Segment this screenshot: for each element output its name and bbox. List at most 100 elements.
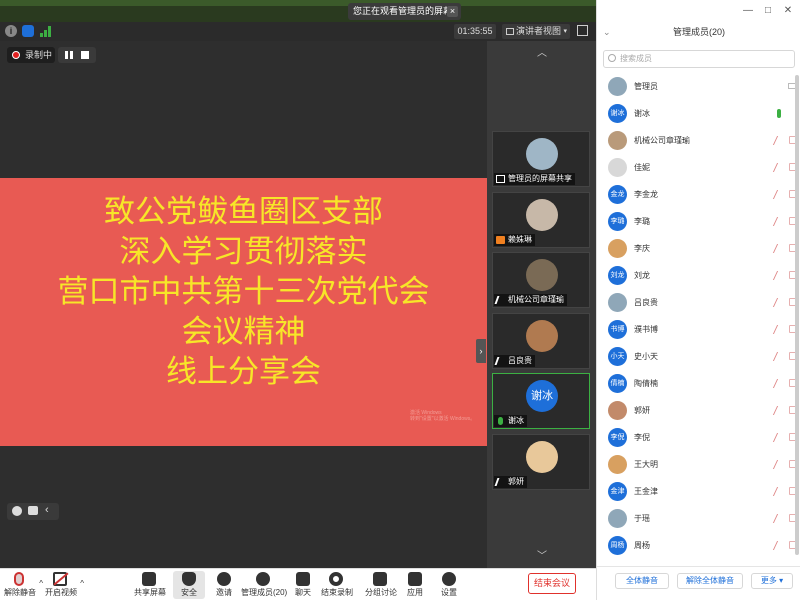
close-icon[interactable]: ✕ — [780, 2, 796, 20]
mic-off-icon[interactable] — [772, 298, 785, 307]
share-screen-button[interactable]: 共享屏幕 — [134, 571, 166, 599]
gallery-tile[interactable]: 吕良贵 — [492, 313, 590, 369]
member-row[interactable]: 李璐 李璐 — [597, 208, 800, 235]
maximize-icon[interactable]: □ — [760, 2, 776, 20]
fullscreen-icon[interactable] — [577, 25, 588, 36]
collapse-gallery-handle[interactable]: › — [476, 339, 486, 363]
gallery-tile[interactable]: 赖姝琳 — [492, 192, 590, 248]
avatar — [526, 441, 558, 473]
mic-muted-icon — [14, 572, 24, 586]
close-icon[interactable]: × — [447, 6, 458, 17]
chevron-up-icon[interactable]: ^ — [80, 579, 84, 588]
shield-icon[interactable] — [22, 25, 34, 37]
members-button[interactable]: 管理成员(20) — [241, 571, 287, 599]
mic-off-icon[interactable] — [772, 190, 785, 199]
avatar: 谢冰 — [526, 380, 558, 412]
member-row[interactable]: 管理员 — [597, 73, 800, 100]
unmute-all-button[interactable]: 解除全体静音 — [677, 573, 743, 589]
security-button[interactable]: 安全 — [173, 571, 205, 599]
invite-button[interactable]: 邀请 — [212, 571, 236, 599]
chat-icon[interactable] — [28, 506, 38, 515]
avatar: 金津 — [608, 482, 627, 501]
mic-off-icon[interactable] — [772, 271, 785, 280]
minimize-icon[interactable]: — — [740, 2, 756, 20]
member-name: 王金津 — [634, 487, 658, 496]
info-icon[interactable]: i — [5, 25, 17, 37]
participant-gallery: ︿ 管理员的屏幕共享 赖姝琳 机械公司章瑾瑜 吕良贵 谢冰 谢冰 郭妍 ﹀ — [487, 41, 596, 568]
breakout-icon — [373, 572, 387, 586]
mic-off-icon[interactable] — [772, 379, 785, 388]
settings-button[interactable]: 设置 — [438, 571, 460, 599]
avatar: 李倪 — [608, 428, 627, 447]
mic-off-icon[interactable] — [772, 460, 785, 469]
member-name: 李庆 — [634, 244, 650, 253]
avatar: 李璐 — [608, 212, 627, 231]
member-row[interactable]: 机械公司章瑾瑜 — [597, 127, 800, 154]
signal-icon[interactable] — [40, 25, 52, 37]
member-row[interactable]: 书博 濮书博 — [597, 316, 800, 343]
member-row[interactable]: 谢冰 谢冰 — [597, 100, 800, 127]
chevron-left-icon[interactable]: ‹ — [45, 504, 49, 516]
member-row[interactable]: 于瑶 — [597, 505, 800, 532]
mute-all-button[interactable]: 全体静音 — [615, 573, 669, 589]
scroll-down-icon[interactable]: ﹀ — [537, 547, 547, 562]
mic-off-icon[interactable] — [772, 136, 785, 145]
mic-off-icon[interactable] — [772, 487, 785, 496]
start-video-button[interactable]: 开启视频 ^ — [45, 571, 84, 599]
more-button[interactable]: 更多 ▾ — [751, 573, 793, 589]
member-name: 周杨 — [634, 541, 650, 550]
view-mode-button[interactable]: 演讲者视图 ▾ — [502, 24, 570, 39]
tile-name: 机械公司章瑾瑜 — [508, 295, 564, 304]
member-search-input[interactable]: 搜索成员 — [603, 50, 795, 68]
member-row[interactable]: 倩楠 陶倩楠 — [597, 370, 800, 397]
mic-off-icon[interactable] — [772, 541, 785, 550]
unmute-button[interactable]: 解除静音 ^ — [4, 571, 43, 599]
chevron-up-icon[interactable]: ^ — [39, 579, 43, 588]
chevron-down-icon[interactable]: ⌄ — [603, 22, 611, 43]
scrollbar[interactable] — [795, 75, 799, 555]
member-row[interactable]: 刘龙 刘龙 — [597, 262, 800, 289]
end-recording-label: 结束录制 — [321, 588, 353, 597]
member-row[interactable]: 金龙 李金龙 — [597, 181, 800, 208]
chat-button[interactable]: 聊天 — [292, 571, 314, 599]
tile-caption: 机械公司章瑾瑜 — [494, 294, 567, 306]
member-row[interactable]: 佳妮 — [597, 154, 800, 181]
mic-off-icon[interactable] — [772, 217, 785, 226]
end-recording-button[interactable]: 结束录制 — [321, 571, 353, 599]
member-row[interactable]: 金津 王金津 — [597, 478, 800, 505]
mic-on-icon[interactable] — [777, 109, 781, 118]
scroll-up-icon[interactable]: ︿ — [537, 44, 547, 59]
member-row[interactable]: 周杨 周杨 — [597, 532, 800, 559]
slide-line-2: 深入学习贯彻落实 — [119, 234, 368, 270]
member-row[interactable]: 小天 史小天 — [597, 343, 800, 370]
breakout-button[interactable]: 分组讨论 — [365, 571, 397, 599]
pause-icon[interactable] — [65, 51, 73, 59]
member-row[interactable]: 王大明 — [597, 451, 800, 478]
member-name: 郭妍 — [634, 406, 650, 415]
mic-off-icon[interactable] — [772, 406, 785, 415]
member-row[interactable]: 吕良贵 — [597, 289, 800, 316]
mic-off-icon[interactable] — [772, 163, 785, 172]
member-row[interactable]: 李庆 — [597, 235, 800, 262]
mic-off-icon[interactable] — [772, 433, 785, 442]
mic-off-icon[interactable] — [772, 244, 785, 253]
video-off-icon — [53, 572, 67, 586]
gallery-tile[interactable]: 郭妍 — [492, 434, 590, 490]
tile-name: 赖姝琳 — [508, 235, 532, 244]
recording-indicator: 录制中 — [7, 47, 55, 63]
apps-button[interactable]: 应用 — [404, 571, 426, 599]
gallery-tile[interactable]: 管理员的屏幕共享 — [492, 131, 590, 187]
tile-caption: 吕良贵 — [494, 355, 535, 367]
gallery-tile[interactable]: 机械公司章瑾瑜 — [492, 252, 590, 308]
gallery-tile-active-speaker[interactable]: 谢冰 谢冰 — [492, 373, 590, 429]
mic-off-icon[interactable] — [772, 514, 785, 523]
stop-icon[interactable] — [81, 51, 89, 59]
member-row[interactable]: 郭妍 — [597, 397, 800, 424]
member-name: 吕良贵 — [634, 298, 658, 307]
mic-off-icon[interactable] — [772, 325, 785, 334]
emoji-icon[interactable] — [12, 506, 22, 516]
end-meeting-button[interactable]: 结束会议 — [528, 573, 576, 594]
mic-off-icon[interactable] — [772, 352, 785, 361]
member-row[interactable]: 李倪 李倪 — [597, 424, 800, 451]
avatar — [526, 138, 558, 170]
